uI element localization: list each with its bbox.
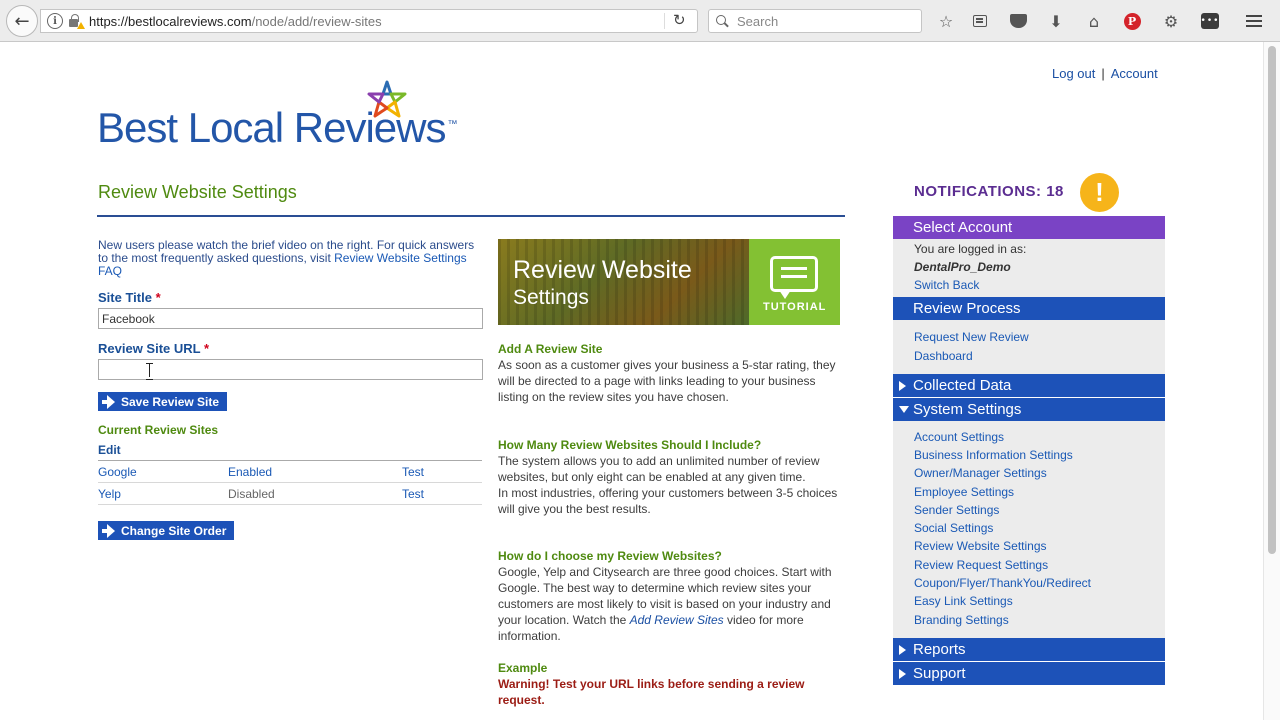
change-site-order-button[interactable]: Change Site Order: [98, 521, 235, 540]
sidebar-item-owner-manager-settings[interactable]: Owner/Manager Settings: [914, 466, 1047, 480]
sidebar-item-easy-link-settings[interactable]: Easy Link Settings: [914, 594, 1013, 608]
help-heading: Example: [498, 661, 548, 675]
tutorial-video-banner[interactable]: Review Website Settings TUTORIAL: [498, 239, 840, 325]
help-heading: How Many Review Websites Should I Includ…: [498, 438, 762, 452]
help-text: In most industries, offering your custom…: [498, 486, 838, 516]
account-link[interactable]: Account: [1111, 66, 1158, 81]
chat-bubble-icon: [770, 256, 818, 299]
page-title: Review Website Settings: [98, 182, 297, 202]
reports-header[interactable]: Reports: [893, 638, 1165, 661]
review-process-header[interactable]: Review Process: [893, 297, 1165, 320]
current-sites-heading: Current Review Sites: [98, 423, 219, 437]
table-row: Google Enabled Test: [98, 461, 482, 483]
sidebar-item-social-settings[interactable]: Social Settings: [914, 521, 993, 535]
site-test-link[interactable]: Test: [402, 465, 424, 479]
system-settings-header[interactable]: System Settings: [893, 398, 1165, 421]
site-test-link[interactable]: Test: [402, 487, 424, 501]
help-text: As soon as a customer gives your busines…: [498, 358, 836, 404]
sidebar-item-review-website-settings[interactable]: Review Website Settings: [914, 539, 1047, 553]
reading-list-icon[interactable]: [970, 11, 990, 31]
arrow-right-icon: [101, 394, 115, 409]
help-section-example: Example Warning! Test your URL links bef…: [498, 660, 843, 708]
title-divider: [97, 215, 845, 217]
site-url-label: Review Site URL *: [98, 341, 210, 356]
chevron-right-icon: [899, 381, 906, 391]
scrollbar-thumb[interactable]: [1268, 46, 1276, 554]
chevron-down-icon: [899, 406, 909, 413]
sidebar-item-sender-settings[interactable]: Sender Settings: [914, 503, 999, 517]
site-url-input[interactable]: [98, 359, 483, 380]
link-separator: |: [1101, 66, 1105, 81]
review-process-panel: [893, 320, 1165, 374]
sidebar-item-review-request-settings[interactable]: Review Request Settings: [914, 558, 1048, 572]
help-heading: Add A Review Site: [498, 342, 603, 356]
sidebar-item-coupon-flyer-settings[interactable]: Coupon/Flyer/ThankYou/Redirect: [914, 576, 1091, 590]
add-review-sites-video-link[interactable]: Add Review Sites: [630, 613, 724, 627]
logout-link[interactable]: Log out: [1052, 66, 1095, 81]
scrollbar[interactable]: [1263, 42, 1280, 720]
logo-star-icon: [367, 80, 407, 118]
site-status-link[interactable]: Enabled: [228, 465, 272, 479]
site-name-link[interactable]: Yelp: [98, 487, 121, 501]
search-icon: [716, 15, 728, 27]
select-account-header[interactable]: Select Account: [893, 216, 1165, 239]
sidebar-item-dashboard[interactable]: Dashboard: [914, 349, 973, 363]
notifications-label[interactable]: NOTIFICATIONS: 18: [914, 183, 1064, 200]
text-cursor-icon: [146, 363, 154, 380]
support-header[interactable]: Support: [893, 662, 1165, 685]
help-section-add: Add A Review Site As soon as a customer …: [498, 341, 843, 405]
site-name-link[interactable]: Google: [98, 465, 137, 479]
switch-back-link[interactable]: Switch Back: [914, 278, 979, 292]
banner-title: Review Website: [513, 256, 692, 284]
url-bar[interactable]: i https://bestlocalreviews.com/node/add/…: [40, 9, 698, 33]
arrow-right-icon: [101, 523, 115, 538]
help-text: The system allows you to add an unlimite…: [498, 454, 820, 484]
tutorial-badge: TUTORIAL: [749, 239, 840, 325]
back-arrow-icon[interactable]: ←: [6, 5, 38, 37]
pinterest-icon[interactable]: P: [1122, 11, 1142, 31]
user-links: Log out | Account: [1052, 66, 1158, 81]
url-divider: [664, 13, 665, 29]
url-text[interactable]: https://bestlocalreviews.com/node/add/re…: [89, 14, 382, 29]
edit-column-header: Edit: [98, 443, 121, 457]
hamburger-menu-icon[interactable]: [1244, 11, 1264, 31]
chevron-right-icon: [899, 645, 906, 655]
browser-toolbar: ← i https://bestlocalreviews.com/node/ad…: [0, 0, 1280, 42]
info-icon[interactable]: i: [47, 13, 63, 29]
search-placeholder: Search: [737, 13, 779, 29]
sidebar-item-business-information-settings[interactable]: Business Information Settings: [914, 448, 1073, 462]
star-bookmark-icon[interactable]: ☆: [936, 11, 956, 31]
site-title-input[interactable]: [98, 308, 483, 329]
extension-icon[interactable]: •••: [1200, 11, 1220, 31]
site-status-link[interactable]: Disabled: [228, 487, 275, 501]
reload-icon[interactable]: ↻: [673, 11, 686, 29]
home-icon[interactable]: ⌂: [1084, 11, 1104, 31]
alert-icon[interactable]: !: [1080, 173, 1119, 212]
help-section-how-many: How Many Review Websites Should I Includ…: [498, 437, 843, 517]
site-title-label: Site Title *: [98, 290, 161, 305]
sidebar-item-employee-settings[interactable]: Employee Settings: [914, 485, 1014, 499]
logged-in-text: You are logged in as:: [914, 242, 1027, 256]
sidebar-item-branding-settings[interactable]: Branding Settings: [914, 613, 1009, 627]
sidebar-item-account-settings[interactable]: Account Settings: [914, 430, 1004, 444]
sidebar-item-request-new-review[interactable]: Request New Review: [914, 330, 1029, 344]
tutorial-label: TUTORIAL: [763, 301, 827, 313]
download-icon[interactable]: ⬇: [1046, 11, 1066, 31]
save-review-site-button[interactable]: Save Review Site: [98, 392, 228, 411]
intro-text: New users please watch the brief video o…: [98, 238, 475, 278]
table-row: Yelp Disabled Test: [98, 483, 482, 505]
extension-puzzle-icon[interactable]: ⚙: [1161, 11, 1181, 31]
username: DentalPro_Demo: [914, 260, 1011, 274]
pocket-icon[interactable]: [1008, 11, 1028, 31]
browser-search-input[interactable]: Search: [708, 9, 922, 33]
chevron-right-icon: [899, 669, 906, 679]
collected-data-header[interactable]: Collected Data: [893, 374, 1165, 397]
warning-triangle-icon: [77, 22, 85, 29]
banner-subtitle: Settings: [513, 286, 589, 309]
help-heading: How do I choose my Review Websites?: [498, 549, 722, 563]
warning-text: Warning! Test your URL links before send…: [498, 677, 805, 707]
site-logo[interactable]: Best Local Reviews ™: [97, 80, 487, 151]
help-section-choose: How do I choose my Review Websites? Goog…: [498, 548, 843, 644]
